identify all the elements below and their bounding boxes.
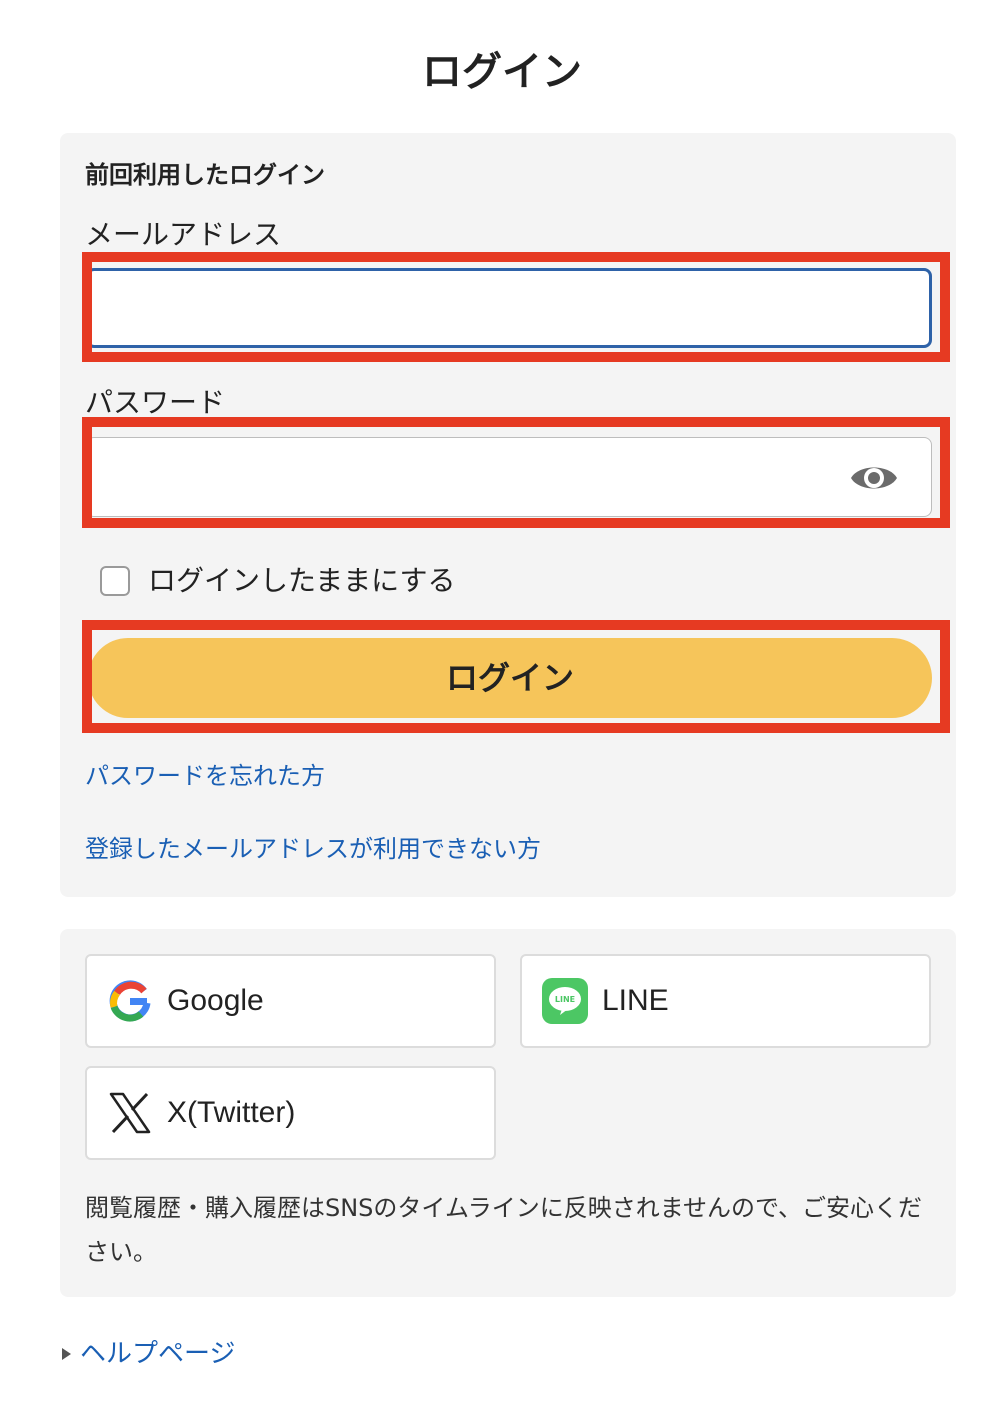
- section-heading: 前回利用したログイン: [85, 161, 325, 189]
- login-button[interactable]: ログイン: [88, 638, 932, 718]
- remember-label[interactable]: ログインしたままにする: [148, 562, 455, 600]
- sns-note: 閲覧履歴・購入履歴はSNSのタイムラインに反映されませんので、ご安心ください。: [85, 1194, 923, 1266]
- password-field[interactable]: [86, 437, 932, 517]
- help-page-link[interactable]: ヘルプページ: [80, 1336, 235, 1372]
- forgot-password-link[interactable]: パスワードを忘れた方: [85, 759, 325, 793]
- google-label: Google: [167, 984, 264, 1017]
- email-field[interactable]: [86, 268, 932, 348]
- caret-right-icon: [62, 1348, 71, 1360]
- svg-text:LINE: LINE: [555, 995, 575, 1004]
- x-twitter-label: X(Twitter): [167, 1096, 296, 1129]
- page-title: ログイン: [422, 49, 582, 95]
- email-label: メールアドレス: [85, 218, 282, 251]
- password-label: パスワード: [85, 386, 226, 419]
- google-login-button[interactable]: Google: [85, 954, 496, 1048]
- line-label: LINE: [602, 984, 669, 1017]
- x-twitter-login-button[interactable]: X(Twitter): [85, 1066, 496, 1160]
- line-icon: LINE: [542, 978, 588, 1024]
- x-twitter-icon: [107, 1090, 153, 1136]
- google-icon: [107, 978, 153, 1024]
- cannot-use-email-link[interactable]: 登録したメールアドレスが利用できない方: [85, 832, 541, 866]
- eye-icon[interactable]: [848, 458, 900, 498]
- line-login-button[interactable]: LINE LINE: [520, 954, 931, 1048]
- remember-checkbox[interactable]: [100, 566, 130, 596]
